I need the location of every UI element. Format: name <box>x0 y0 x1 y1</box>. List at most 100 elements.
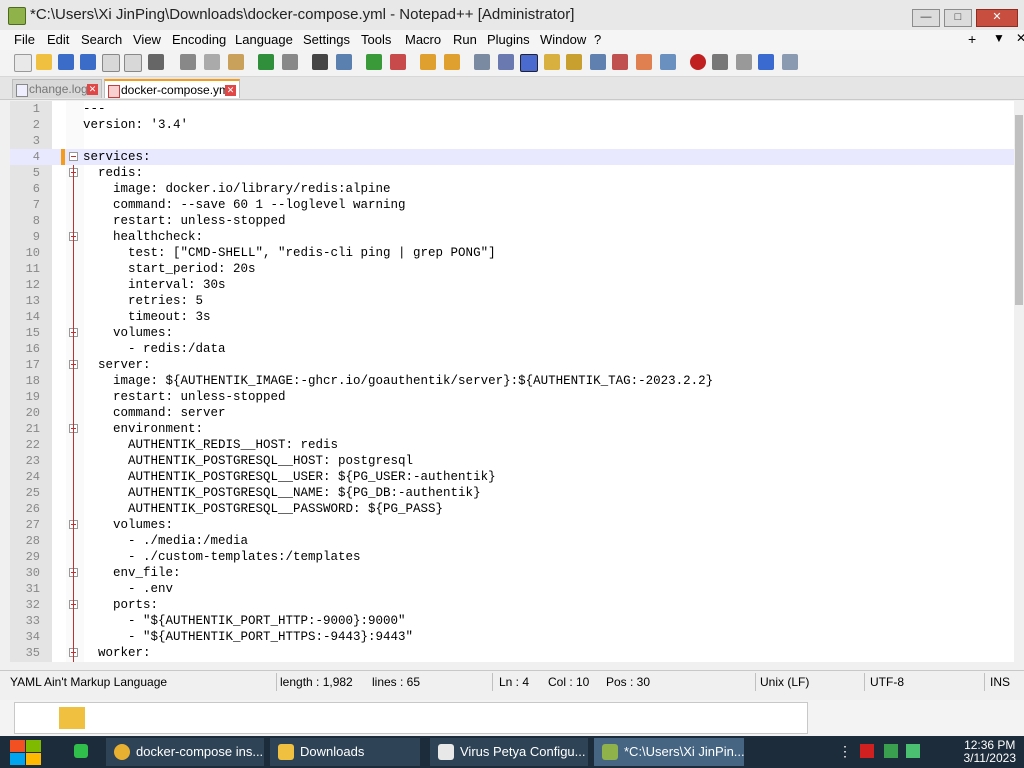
close-document-icon[interactable]: ✕ <box>1016 31 1024 45</box>
monitoring-icon[interactable] <box>636 54 652 70</box>
menu-help[interactable]: ? <box>594 32 601 47</box>
menu-file[interactable]: File <box>14 32 35 47</box>
tab-change-log[interactable]: change.log ✕ <box>12 79 102 98</box>
taskbar-chrome[interactable]: docker-compose ins... <box>106 738 264 766</box>
save-all-icon[interactable] <box>80 54 96 70</box>
menu-run[interactable]: Run <box>453 32 477 47</box>
save-icon[interactable] <box>58 54 74 70</box>
code-line[interactable]: 20 command: server <box>10 405 1014 421</box>
menu-plugins[interactable]: Plugins <box>487 32 530 47</box>
redo-icon[interactable] <box>282 54 298 70</box>
copy-icon[interactable] <box>204 54 220 70</box>
code-line[interactable]: 10 test: ["CMD-SHELL", "redis-cli ping |… <box>10 245 1014 261</box>
new-file-icon[interactable] <box>14 54 32 72</box>
sync-horizontal-icon[interactable] <box>444 54 460 70</box>
undo-icon[interactable] <box>258 54 274 70</box>
tab-docker-compose[interactable]: docker-compose.yml ✕ <box>104 79 240 98</box>
playback-macro-icon[interactable] <box>736 54 752 70</box>
code-line[interactable]: 12 interval: 30s <box>10 277 1014 293</box>
code-line[interactable]: 25 AUTHENTIK_POSTGRESQL__NAME: ${PG_DB:-… <box>10 485 1014 501</box>
network-icon[interactable] <box>884 744 898 758</box>
code-line[interactable]: 28 - ./media:/media <box>10 533 1014 549</box>
menu-macro[interactable]: Macro <box>405 32 441 47</box>
save-macro-icon[interactable] <box>782 54 798 70</box>
paste-icon[interactable] <box>228 54 244 70</box>
code-line[interactable]: 31 - .env <box>10 581 1014 597</box>
volume-icon[interactable] <box>906 744 920 758</box>
code-line[interactable]: 6 image: docker.io/library/redis:alpine <box>10 181 1014 197</box>
scrollbar-thumb[interactable] <box>1015 115 1023 305</box>
taskbar-virus-petya[interactable]: Virus Petya Configu... <box>430 738 588 766</box>
menu-encoding[interactable]: Encoding <box>172 32 226 47</box>
menu-tools[interactable]: Tools <box>361 32 391 47</box>
code-line[interactable]: 19 restart: unless-stopped <box>10 389 1014 405</box>
open-file-icon[interactable] <box>36 54 52 70</box>
close-all-icon[interactable] <box>124 54 142 72</box>
sync-vertical-icon[interactable] <box>420 54 436 70</box>
replace-icon[interactable] <box>336 54 352 70</box>
code-line[interactable]: 30 env_file: <box>10 565 1014 581</box>
code-line[interactable]: 26 AUTHENTIK_POSTGRESQL__PASSWORD: ${PG_… <box>10 501 1014 517</box>
show-all-characters-icon[interactable] <box>498 54 514 70</box>
code-line[interactable]: 13 retries: 5 <box>10 293 1014 309</box>
document-map-icon[interactable] <box>544 54 560 70</box>
menu-view[interactable]: View <box>133 32 161 47</box>
code-line[interactable]: 7 command: --save 60 1 --loglevel warnin… <box>10 197 1014 213</box>
text-editor[interactable]: 1 --- 2 version: '3.4' 3 4 services: 5 redis: 6 … <box>10 101 1014 662</box>
close-file-icon[interactable] <box>102 54 120 72</box>
code-line[interactable]: 32 ports: <box>10 597 1014 613</box>
tray-overflow-icon[interactable]: ⋮ <box>838 744 852 758</box>
title-bar[interactable]: *C:\Users\Xi JinPing\Downloads\docker-co… <box>0 0 1024 31</box>
code-line[interactable]: 24 AUTHENTIK_POSTGRESQL__USER: ${PG_USER… <box>10 469 1014 485</box>
new-tab-plus-icon[interactable]: + <box>968 31 976 47</box>
close-button[interactable]: ✕ <box>976 9 1018 27</box>
menu-settings[interactable]: Settings <box>303 32 350 47</box>
code-line[interactable]: 3 <box>10 133 1014 149</box>
code-line[interactable]: 23 AUTHENTIK_POSTGRESQL__HOST: postgresq… <box>10 453 1014 469</box>
folder-as-workspace-icon[interactable] <box>612 54 628 70</box>
code-line[interactable]: 17 server: <box>10 357 1014 373</box>
code-line[interactable]: 35 worker: <box>10 645 1014 661</box>
code-line[interactable]: 2 version: '3.4' <box>10 117 1014 133</box>
menu-language[interactable]: Language <box>235 32 293 47</box>
code-line[interactable]: 11 start_period: 20s <box>10 261 1014 277</box>
eye-icon[interactable] <box>660 54 676 70</box>
code-line[interactable]: 8 restart: unless-stopped <box>10 213 1014 229</box>
close-tab-icon[interactable]: ✕ <box>87 84 98 95</box>
menu-search[interactable]: Search <box>81 32 122 47</box>
code-line[interactable]: 22 AUTHENTIK_REDIS__HOST: redis <box>10 437 1014 453</box>
vertical-scrollbar[interactable] <box>1014 101 1024 662</box>
code-line[interactable]: 14 timeout: 3s <box>10 309 1014 325</box>
code-line[interactable]: 29 - ./custom-templates:/templates <box>10 549 1014 565</box>
maximize-button[interactable]: □ <box>944 9 972 27</box>
cut-icon[interactable] <box>180 54 196 70</box>
code-line[interactable]: 27 volumes: <box>10 517 1014 533</box>
menu-window[interactable]: Window <box>540 32 586 47</box>
zoom-in-icon[interactable] <box>366 54 382 70</box>
fold-toggle-icon[interactable] <box>69 152 78 161</box>
taskbar-downloads[interactable]: Downloads <box>270 738 420 766</box>
taskbar-notepadpp[interactable]: *C:\Users\Xi JinPin... <box>594 738 744 766</box>
close-tab-icon[interactable]: ✕ <box>225 85 236 96</box>
print-icon[interactable] <box>148 54 164 70</box>
word-wrap-icon[interactable] <box>474 54 490 70</box>
code-line[interactable]: 21 environment: <box>10 421 1014 437</box>
function-list-icon[interactable] <box>590 54 606 70</box>
language-icon[interactable] <box>566 54 582 70</box>
minimize-button[interactable]: — <box>912 9 940 27</box>
indent-guide-icon[interactable] <box>520 54 538 72</box>
code-line[interactable]: 1 --- <box>10 101 1014 117</box>
code-line[interactable]: 9 healthcheck: <box>10 229 1014 245</box>
code-line[interactable]: 4 services: <box>10 149 1014 165</box>
system-clock[interactable]: 12:36 PM 3/11/2023 <box>964 739 1017 765</box>
code-line[interactable]: 16 - redis:/data <box>10 341 1014 357</box>
menu-edit[interactable]: Edit <box>47 32 69 47</box>
run-macro-multiple-icon[interactable] <box>758 54 774 70</box>
app-launcher-icon[interactable] <box>74 744 88 758</box>
code-line[interactable]: 33 - "${AUTHENTIK_PORT_HTTP:-9000}:9000" <box>10 613 1014 629</box>
zoom-out-icon[interactable] <box>390 54 406 70</box>
tab-list-dropdown-icon[interactable]: ▼ <box>993 31 1005 45</box>
code-line[interactable]: 15 volumes: <box>10 325 1014 341</box>
stop-recording-icon[interactable] <box>712 54 728 70</box>
code-line[interactable]: 18 image: ${AUTHENTIK_IMAGE:-ghcr.io/goa… <box>10 373 1014 389</box>
